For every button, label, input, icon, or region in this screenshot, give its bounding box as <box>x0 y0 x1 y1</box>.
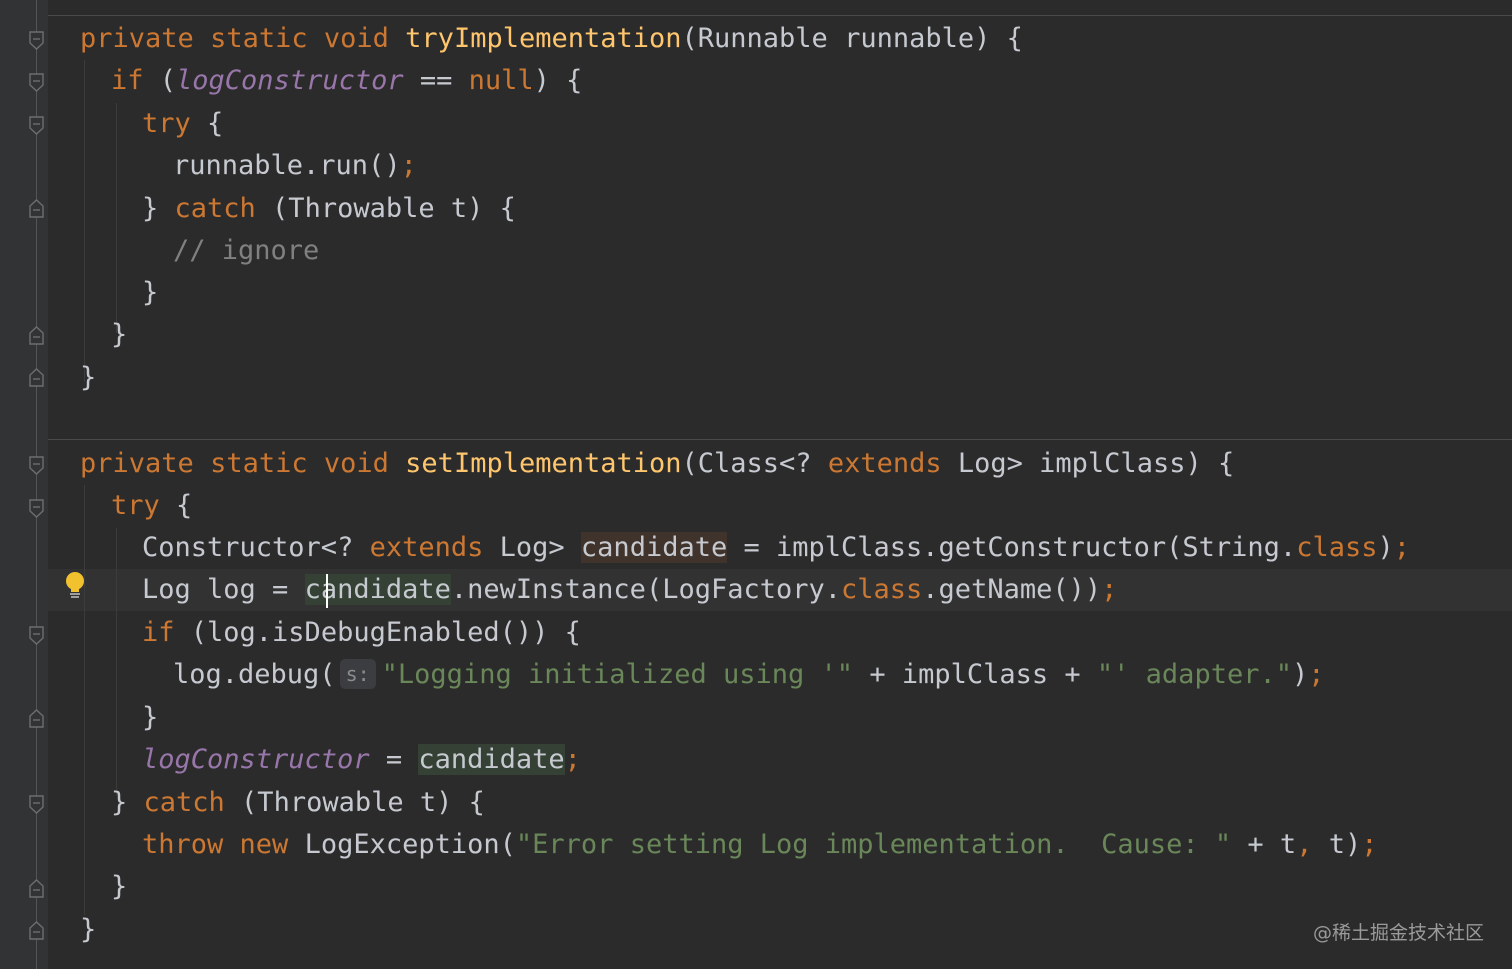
variable-highlight: candidate <box>418 744 565 775</box>
code-line: throw new LogException("Error setting Lo… <box>142 829 1378 860</box>
code-line: } <box>80 914 97 945</box>
code-line: if (log.isDebugEnabled()) { <box>142 617 581 648</box>
watermark: @稀土掘金技术社区 <box>1312 922 1484 944</box>
code-line: } catch (Throwable t) { <box>142 193 516 224</box>
code-line: } catch (Throwable t) { <box>111 787 485 818</box>
code-comment: // ignore <box>173 235 320 266</box>
text-caret <box>326 574 328 608</box>
code-line: private static void setImplementation(Cl… <box>80 448 1235 479</box>
code-line: } <box>80 362 97 393</box>
variable-highlight: candidate <box>580 532 728 563</box>
code-line: try { <box>111 490 193 521</box>
code-line: log.debug(s: "Logging initialized using '… <box>173 659 1325 690</box>
code-line: } <box>111 319 128 350</box>
parameter-hint: s: <box>339 659 376 689</box>
code-line: if (logConstructor == null) { <box>111 65 583 96</box>
code-line: } <box>142 277 159 308</box>
code-line: runnable.run(); <box>173 150 417 181</box>
code-line: Constructor<? extends Log> candidate = i… <box>142 532 1410 563</box>
code-line: private static void tryImplementation(Ru… <box>80 23 1023 54</box>
code-line-current: Log log = candidate.newInstance(LogFacto… <box>142 574 1118 605</box>
code-line: logConstructor = candidate; <box>142 744 581 775</box>
code-editor[interactable]: private static void tryImplementation(Ru… <box>0 0 1512 969</box>
code-line: try { <box>142 108 224 139</box>
code-line: } <box>111 871 128 902</box>
code-line: } <box>142 702 159 733</box>
